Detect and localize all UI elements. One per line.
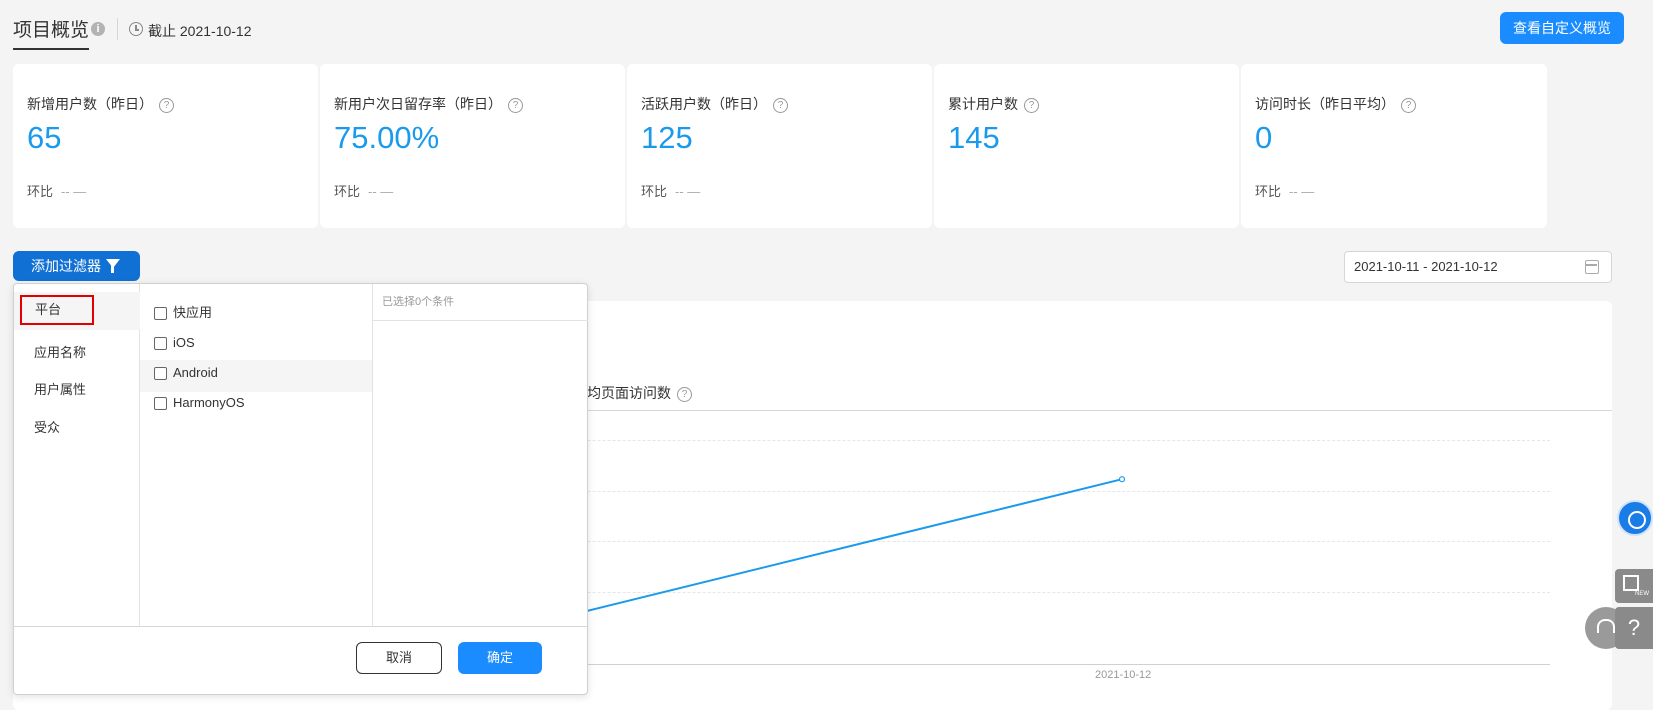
metric-label: 访问时长（昨日平均）? — [1255, 94, 1416, 114]
help-icon[interactable]: ? — [159, 97, 174, 113]
metric-value: 145 — [948, 120, 1000, 155]
page-header: 项目概览 i 截止 2021-10-12 查看自定义概览 — [13, 12, 1624, 50]
option-quick-app[interactable]: 快应用 — [154, 303, 212, 323]
metric-card-new-users: 新增用户数（昨日）? 65 环比 -- — — [13, 64, 318, 228]
metric-value: 0 — [1255, 120, 1273, 155]
clock-icon — [129, 22, 143, 36]
metric-card-total-users: 累计用户数? 145 — [934, 64, 1239, 228]
option-column: 快应用 iOS Android HarmonyOS — [140, 284, 373, 626]
filter-icon — [106, 259, 120, 273]
checkbox[interactable] — [154, 367, 167, 381]
confirm-button[interactable]: 确定 — [458, 642, 542, 674]
grid-icon — [1623, 575, 1639, 591]
option-android[interactable]: Android — [154, 363, 218, 383]
metric-value: 75.00% — [334, 120, 440, 155]
filter-popup: 平台 应用名称 用户属性 受众 快应用 iOS Android HarmonyO… — [13, 283, 588, 695]
help-icon[interactable]: ? — [508, 97, 523, 113]
info-icon[interactable]: i — [91, 22, 105, 36]
option-harmonyos[interactable]: HarmonyOS — [154, 393, 245, 413]
help-icon[interactable]: ? — [1024, 97, 1039, 113]
selected-summary: 已选择0个条件 — [373, 284, 588, 321]
help-button[interactable]: ? — [1615, 607, 1653, 649]
metric-ratio: 环比 -- — — [27, 184, 87, 199]
metric-card-retention: 新用户次日留存率（昨日）? 75.00% 环比 -- — — [320, 64, 625, 228]
option-ios[interactable]: iOS — [154, 333, 195, 353]
checkbox[interactable] — [154, 397, 167, 411]
metric-label: 新用户次日留存率（昨日）? — [334, 94, 523, 114]
calendar-icon[interactable] — [1585, 260, 1599, 274]
metric-ratio: 环比 -- — — [334, 184, 394, 199]
date-range-picker[interactable]: 2021-10-11 - 2021-10-12 — [1344, 251, 1612, 283]
new-feature-button[interactable]: NEW — [1615, 569, 1653, 603]
popup-footer-divider — [14, 626, 587, 627]
metric-label: 累计用户数? — [948, 94, 1039, 114]
metric-card-visit-duration: 访问时长（昨日平均）? 0 环比 -- — — [1241, 64, 1547, 228]
header-divider — [117, 18, 118, 40]
series-line — [507, 478, 1123, 632]
category-audience[interactable]: 受众 — [34, 417, 60, 436]
cutoff-date: 截止 2021-10-12 — [148, 23, 252, 39]
new-badge: NEW — [1635, 591, 1649, 597]
checkbox[interactable] — [154, 307, 167, 321]
share-icon[interactable] — [1617, 500, 1653, 536]
metric-ratio: 环比 -- — — [641, 184, 701, 199]
help-icon[interactable]: ? — [1401, 97, 1416, 113]
add-filter-button[interactable]: 添加过滤器 — [13, 251, 140, 281]
category-column: 平台 应用名称 用户属性 受众 — [14, 284, 140, 626]
metric-card-active-users: 活跃用户数（昨日）? 125 环比 -- — — [627, 64, 932, 228]
metric-label: 新增用户数（昨日）? — [27, 94, 174, 114]
metric-ratio: 环比 -- — — [1255, 184, 1315, 199]
help-icon[interactable]: ? — [773, 97, 788, 113]
metric-value: 125 — [641, 120, 693, 155]
cancel-button[interactable]: 取消 — [356, 642, 442, 674]
checkbox[interactable] — [154, 337, 167, 351]
category-platform[interactable]: 平台 — [20, 295, 94, 325]
category-user-attributes[interactable]: 用户属性 — [34, 379, 86, 398]
page-title: 项目概览 — [13, 15, 90, 50]
data-point[interactable] — [1118, 476, 1126, 483]
metric-value: 65 — [27, 120, 62, 155]
category-app-name[interactable]: 应用名称 — [34, 342, 86, 361]
view-custom-overview-button[interactable]: 查看自定义概览 — [1500, 12, 1624, 44]
metric-label: 活跃用户数（昨日）? — [641, 94, 788, 114]
